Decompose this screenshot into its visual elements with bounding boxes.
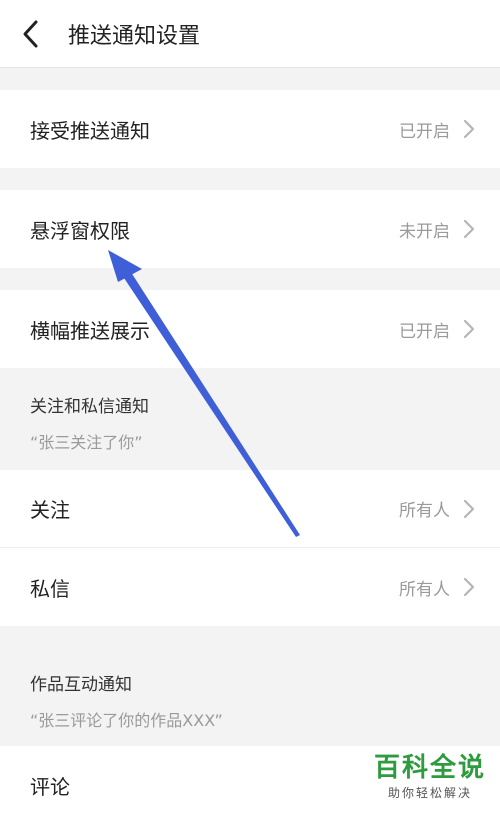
section-works-interaction: 作品互动通知 “张三评论了你的作品XXX” [0, 626, 500, 746]
watermark-slogan: 助你轻松解决 [387, 786, 472, 800]
spacer [0, 168, 500, 190]
back-button[interactable] [0, 0, 60, 68]
row-value: 所有人 [399, 501, 450, 521]
row-accept-push[interactable]: 接受推送通知 已开启 [0, 90, 500, 168]
chevron-left-icon [23, 20, 38, 47]
section-follow-message: 关注和私信通知 “张三关注了你” [0, 368, 500, 470]
row-label: 关注 [30, 498, 70, 522]
row-follow[interactable]: 关注 所有人 [0, 470, 500, 548]
chevron-right-icon [463, 577, 475, 597]
row-value: 未开启 [399, 221, 450, 242]
spacer [0, 268, 500, 290]
row-label: 私信 [30, 576, 70, 601]
section-subtitle: “张三评论了你的作品XXX” [30, 711, 223, 730]
row-label: 横幅推送展示 [30, 318, 150, 343]
chevron-right-icon [463, 119, 475, 139]
watermark: 百科全说 助你轻松解决 [374, 747, 486, 801]
section-subtitle: “张三关注了你” [30, 433, 143, 452]
top-bar: 推送通知设置 [0, 0, 500, 68]
row-value: 已开启 [399, 121, 450, 142]
row-label: 接受推送通知 [30, 118, 150, 143]
row-value: 所有人 [399, 579, 450, 600]
watermark-logo: 百科全说 [373, 753, 486, 783]
chevron-right-icon [463, 319, 475, 339]
row-value: 已开启 [399, 321, 450, 342]
spacer [0, 68, 500, 90]
section-title: 关注和私信通知 [30, 397, 149, 417]
chevron-right-icon [463, 219, 475, 239]
row-label: 悬浮窗权限 [30, 218, 130, 243]
row-private-message[interactable]: 私信 所有人 [0, 548, 500, 626]
section-title: 作品互动通知 [30, 675, 132, 695]
page-title: 推送通知设置 [68, 23, 201, 49]
chevron-right-icon [463, 499, 475, 518]
row-banner-push[interactable]: 横幅推送展示 已开启 [0, 290, 500, 368]
row-float-window[interactable]: 悬浮窗权限 未开启 [0, 190, 500, 268]
